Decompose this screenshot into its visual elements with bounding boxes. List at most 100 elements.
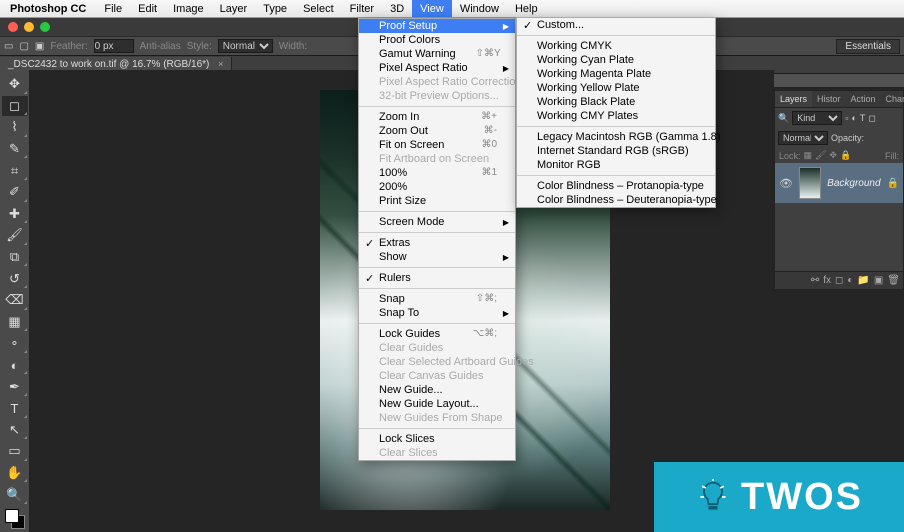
lock-position-icon[interactable]: ✥ <box>829 150 837 161</box>
gradient-tool[interactable]: ▦ <box>2 312 28 333</box>
mask-icon[interactable]: ◻ <box>835 275 843 286</box>
view-menu-item[interactable]: New Guide Layout... <box>359 397 515 411</box>
adjustment-icon[interactable]: ◐ <box>847 275 853 286</box>
close-window-button[interactable] <box>8 22 18 32</box>
view-menu-item[interactable]: Lock Guides⌥⌘; <box>359 327 515 341</box>
feather-input[interactable] <box>94 39 134 53</box>
proof-submenu-item[interactable]: Custom... <box>517 18 715 32</box>
minimize-window-button[interactable] <box>24 22 34 32</box>
layer-row[interactable]: 👁 Background 🔒 <box>775 163 903 203</box>
new-layer-icon[interactable]: ▣ <box>874 275 883 286</box>
tab-actions[interactable]: Action <box>846 91 881 107</box>
view-menu-item[interactable]: Lock Slices <box>359 432 515 446</box>
antialias-label: Anti-alias <box>140 41 181 52</box>
proof-submenu-item[interactable]: Working Magenta Plate <box>517 67 715 81</box>
history-brush-tool[interactable]: ↺ <box>2 268 28 289</box>
filter-adjust-icon[interactable]: ◐ <box>851 113 856 123</box>
filter-shape-icon[interactable]: ◻ <box>868 113 875 124</box>
link-layers-icon[interactable]: ⚯ <box>811 275 819 286</box>
view-menu-item[interactable]: 100%⌘1 <box>359 166 515 180</box>
pen-tool[interactable]: ✒ <box>2 376 28 397</box>
crop-tool[interactable]: ⌗ <box>2 160 28 181</box>
lock-transparent-icon[interactable]: ▦ <box>804 150 813 161</box>
view-menu-item[interactable]: Snap To <box>359 306 515 320</box>
view-menu-item[interactable]: Zoom Out⌘- <box>359 124 515 138</box>
quick-select-tool[interactable]: ✎ <box>2 139 28 160</box>
proof-submenu-item[interactable]: Monitor RGB <box>517 158 715 172</box>
color-swatches[interactable] <box>2 506 28 532</box>
eyedropper-tool[interactable]: ✐ <box>2 182 28 203</box>
view-menu-item[interactable]: Gamut Warning⇧⌘Y <box>359 47 515 61</box>
trash-icon[interactable]: 🗑 <box>887 275 900 286</box>
proof-submenu-item[interactable]: Working Cyan Plate <box>517 53 715 67</box>
view-menu-item[interactable]: 200% <box>359 180 515 194</box>
proof-submenu-item[interactable]: Color Blindness – Deuteranopia-type <box>517 193 715 207</box>
view-menu-item[interactable]: Zoom In⌘+ <box>359 110 515 124</box>
menu-image[interactable]: Image <box>165 0 212 17</box>
menu-edit[interactable]: Edit <box>130 0 165 17</box>
kind-filter-icon[interactable]: 🔍 <box>778 113 789 124</box>
view-menu-item[interactable]: Fit on Screen⌘0 <box>359 138 515 152</box>
view-menu-item[interactable]: New Guide... <box>359 383 515 397</box>
proof-submenu-item[interactable]: Working Black Plate <box>517 95 715 109</box>
lasso-tool[interactable]: ⌇ <box>2 117 28 138</box>
marquee-tool[interactable]: ◻ <box>2 96 28 117</box>
tab-character[interactable]: Chara <box>881 91 904 107</box>
view-menu-item[interactable]: Rulers <box>359 271 515 285</box>
group-icon[interactable]: 📁 <box>857 275 869 286</box>
style-select[interactable]: Normal <box>218 39 273 53</box>
hand-tool[interactable]: ✋ <box>2 463 28 484</box>
workspace-switcher[interactable]: Essentials <box>836 39 900 54</box>
blend-mode-select[interactable]: Normal <box>778 131 828 145</box>
filter-type-icon[interactable]: T <box>860 113 866 123</box>
lock-all-icon[interactable]: 🔒 <box>840 150 851 161</box>
menu-window[interactable]: Window <box>452 0 507 17</box>
move-tool[interactable]: ✥ <box>2 74 28 95</box>
zoom-window-button[interactable] <box>40 22 50 32</box>
view-menu-item[interactable]: Proof Colors <box>359 33 515 47</box>
menu-type[interactable]: Type <box>255 0 295 17</box>
proof-submenu-item[interactable]: Internet Standard RGB (sRGB) <box>517 144 715 158</box>
proof-submenu-item[interactable]: Color Blindness – Protanopia-type <box>517 179 715 193</box>
proof-submenu-item[interactable]: Working CMYK <box>517 39 715 53</box>
type-tool[interactable]: T <box>2 398 28 419</box>
menu-file[interactable]: File <box>96 0 130 17</box>
dodge-tool[interactable]: ◐ <box>2 355 28 376</box>
proof-submenu-item[interactable]: Working CMY Plates <box>517 109 715 123</box>
tab-layers[interactable]: Layers <box>775 91 812 107</box>
zoom-tool[interactable]: 🔍 <box>2 484 28 505</box>
view-menu-item[interactable]: Show <box>359 250 515 264</box>
view-menu-item[interactable]: Snap⇧⌘; <box>359 292 515 306</box>
eraser-tool[interactable]: ⌫ <box>2 290 28 311</box>
menu-select[interactable]: Select <box>295 0 342 17</box>
menu-help[interactable]: Help <box>507 0 546 17</box>
menu-view[interactable]: View <box>412 0 452 17</box>
proof-submenu-item[interactable]: Legacy Macintosh RGB (Gamma 1.8) <box>517 130 715 144</box>
menu-3d[interactable]: 3D <box>382 0 412 17</box>
healing-brush-tool[interactable]: ✚ <box>2 204 28 225</box>
clone-stamp-tool[interactable]: ⧉ <box>2 247 28 268</box>
shape-tool[interactable]: ▭ <box>2 441 28 462</box>
marquee-mode-icon[interactable]: ▣ <box>35 41 44 52</box>
view-menu-item[interactable]: Proof Setup <box>359 19 515 33</box>
lock-pixels-icon[interactable]: 🖌 <box>815 150 826 161</box>
tab-history[interactable]: Histor <box>812 91 846 107</box>
view-menu-item[interactable]: Screen Mode <box>359 215 515 229</box>
view-menu-item[interactable]: Pixel Aspect Ratio <box>359 61 515 75</box>
view-menu-item[interactable]: Extras <box>359 236 515 250</box>
path-select-tool[interactable]: ↖ <box>2 420 28 441</box>
proof-submenu-item[interactable]: Working Yellow Plate <box>517 81 715 95</box>
twos-overlay: TWOS <box>654 462 904 532</box>
close-tab-icon[interactable]: × <box>218 59 223 69</box>
marquee-mode-icon[interactable]: ▢ <box>19 41 28 52</box>
visibility-icon[interactable]: 👁 <box>779 177 793 190</box>
menu-layer[interactable]: Layer <box>212 0 256 17</box>
menu-filter[interactable]: Filter <box>342 0 382 17</box>
marquee-mode-icon[interactable]: ▭ <box>4 41 13 52</box>
filter-pixel-icon[interactable]: ▫ <box>845 113 848 123</box>
blur-tool[interactable]: ∘ <box>2 333 28 354</box>
kind-filter-select[interactable]: Kind <box>792 111 842 125</box>
view-menu-item[interactable]: Print Size <box>359 194 515 208</box>
brush-tool[interactable]: 🖌 <box>2 225 28 246</box>
fx-icon[interactable]: fx <box>823 275 831 286</box>
